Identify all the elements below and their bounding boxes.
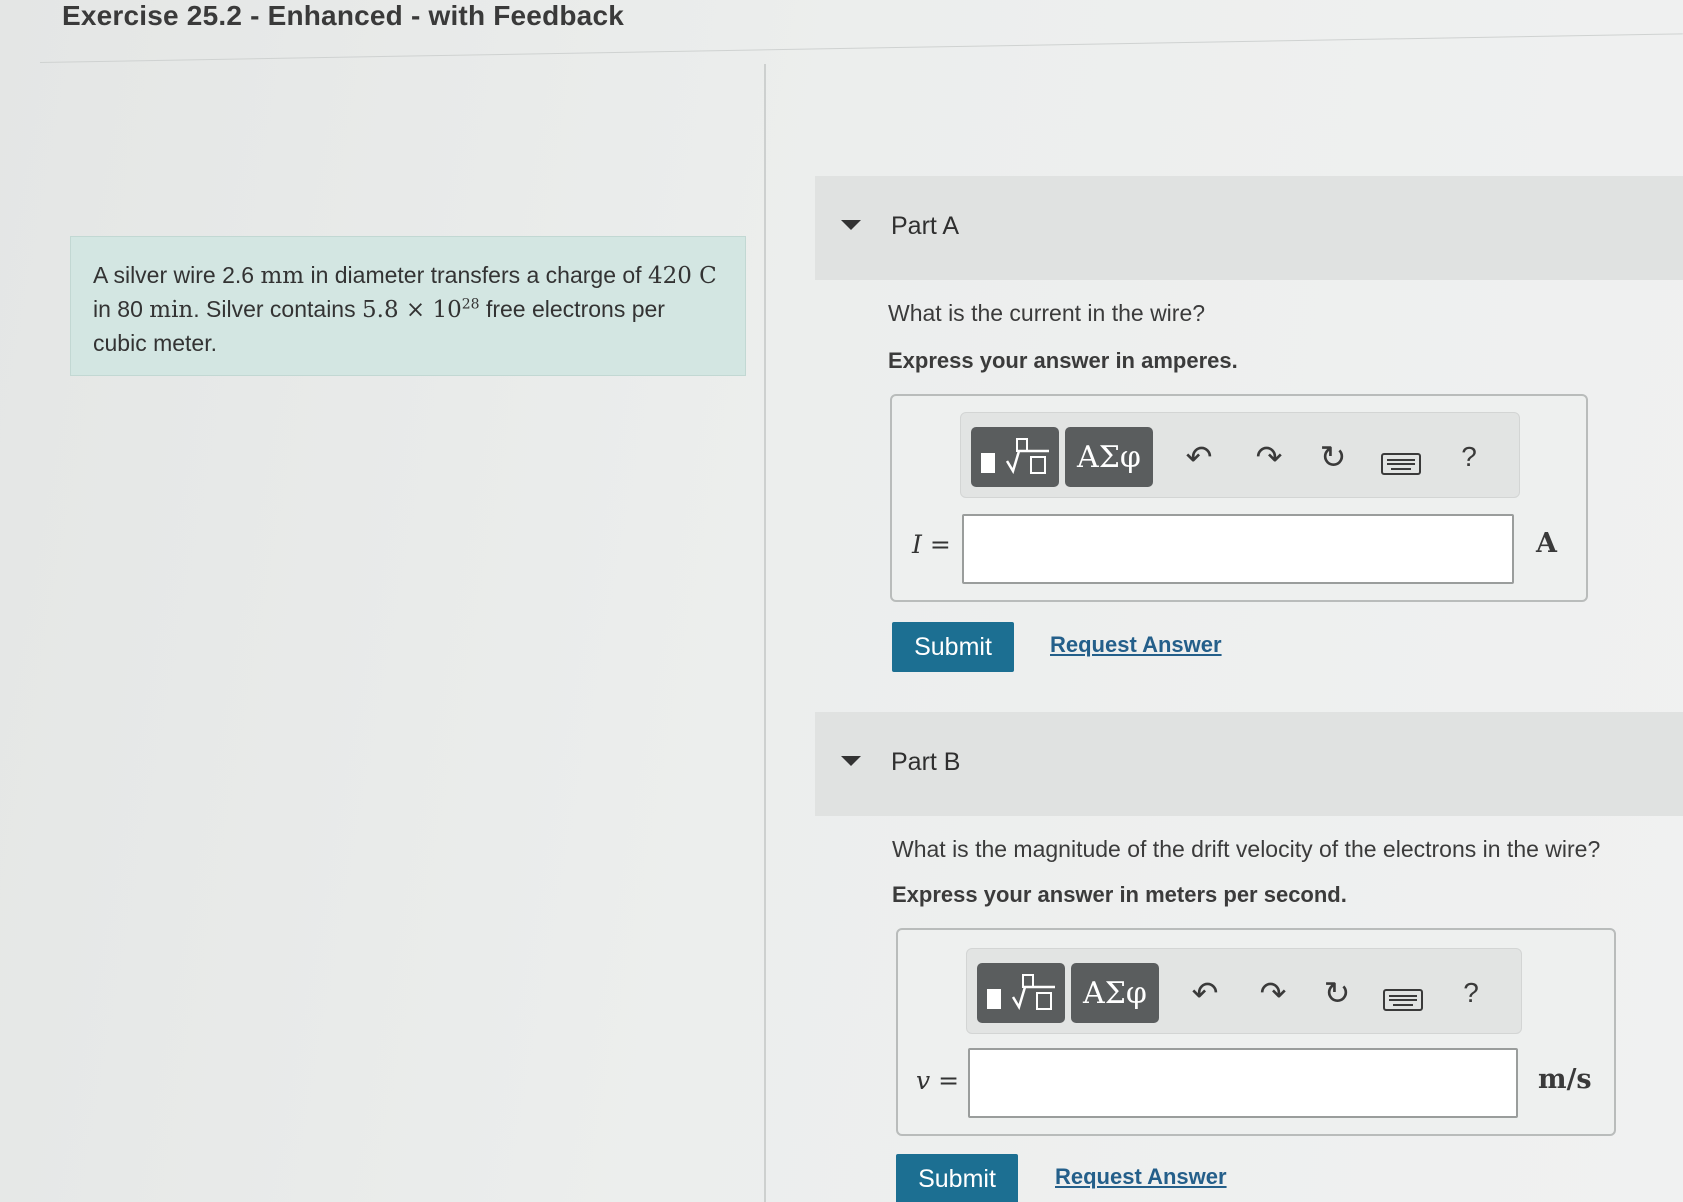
keyboard-icon[interactable] [1383, 983, 1423, 1019]
part-a-math-toolbar: ΑΣφ ↶ ↷ ↻ ? [960, 412, 1520, 498]
problem-text-2: in diameter transfers a charge of [304, 262, 648, 288]
unit-mm: mm [260, 263, 305, 289]
templates-icon[interactable] [971, 427, 1059, 487]
part-a-label: Part A [891, 212, 960, 240]
part-b-answer-box: ΑΣφ ↶ ↷ ↻ ? v = m/s [896, 928, 1616, 1136]
problem-statement: A silver wire 2.6 mm in diameter transfe… [70, 236, 746, 376]
column-divider [764, 64, 766, 1202]
problem-text-3: in 80 [93, 296, 150, 322]
part-b-question: What is the magnitude of the drift veloc… [892, 836, 1601, 862]
charge-value: 420 C [647, 263, 717, 289]
part-b-variable-label: v = [916, 1066, 960, 1095]
part-b-instruction: Express your answer in meters per second… [892, 882, 1347, 907]
page: Exercise 25.2 - Enhanced - with Feedback… [0, 0, 1683, 1202]
title-divider [39, 33, 1683, 63]
part-a-question: What is the current in the wire? [888, 300, 1206, 326]
part-a-answer-box: ΑΣφ ↶ ↷ ↻ ? I = A [890, 394, 1588, 602]
help-icon[interactable]: ? [1451, 975, 1491, 1011]
redo-icon[interactable]: ↷ [1253, 975, 1293, 1011]
part-b-submit-button[interactable]: Submit [896, 1154, 1018, 1202]
templates-icon[interactable] [977, 963, 1065, 1023]
collapse-caret-icon[interactable] [841, 220, 861, 230]
keyboard-icon[interactable] [1381, 447, 1421, 483]
part-b-label: Part B [891, 748, 961, 776]
part-b-math-toolbar: ΑΣφ ↶ ↷ ↻ ? [966, 948, 1522, 1034]
unit-min: min [149, 297, 194, 323]
problem-text-1: A silver wire 2.6 [93, 262, 261, 288]
greek-icon[interactable]: ΑΣφ [1071, 963, 1159, 1023]
undo-icon[interactable]: ↶ [1179, 439, 1219, 475]
density-base: 5.8 × 10 [362, 297, 462, 323]
part-a-variable-label: I = [912, 530, 951, 559]
part-a-answer-input[interactable] [962, 514, 1514, 584]
part-b-unit: m/s [1538, 1064, 1592, 1095]
density-exponent: 28 [461, 296, 480, 313]
exercise-title: Exercise 25.2 - Enhanced - with Feedback [62, 0, 624, 31]
reset-icon[interactable]: ↻ [1313, 439, 1353, 475]
part-a-instruction: Express your answer in amperes. [888, 348, 1238, 373]
part-b-answer-input[interactable] [968, 1048, 1518, 1118]
part-a-unit: A [1536, 528, 1557, 559]
part-a-request-answer-link[interactable]: Request Answer [1050, 632, 1222, 658]
part-b-header[interactable]: Part B [815, 712, 1683, 816]
part-a-submit-button[interactable]: Submit [892, 622, 1014, 672]
undo-icon[interactable]: ↶ [1185, 975, 1225, 1011]
part-a-header[interactable]: Part A [815, 176, 1683, 280]
problem-text-4: . Silver contains [193, 296, 362, 322]
part-b-request-answer-link[interactable]: Request Answer [1055, 1164, 1227, 1190]
help-icon[interactable]: ? [1449, 439, 1489, 475]
reset-icon[interactable]: ↻ [1317, 975, 1357, 1011]
redo-icon[interactable]: ↷ [1249, 439, 1289, 475]
collapse-caret-icon[interactable] [841, 756, 861, 766]
greek-icon[interactable]: ΑΣφ [1065, 427, 1153, 487]
